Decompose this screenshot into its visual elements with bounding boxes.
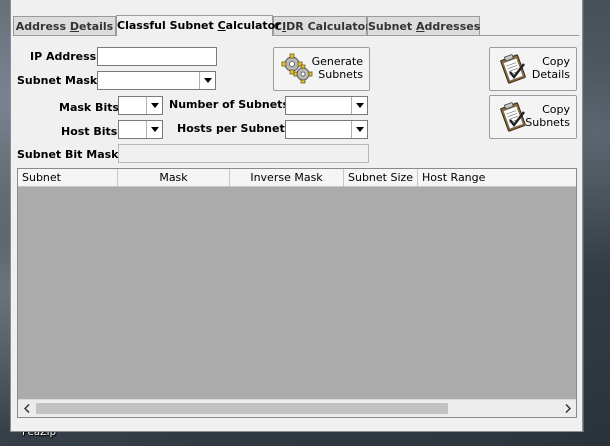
subnet-mask-label: Subnet Mask	[17, 74, 98, 87]
host-bits-label: Host Bits	[61, 125, 118, 138]
chevron-down-icon[interactable]	[351, 121, 367, 138]
number-of-subnets-dropdown[interactable]	[285, 96, 368, 115]
window-top-edge	[11, 0, 582, 10]
subnet-calculator-window: Address Details Classful Subnet Calculat…	[10, 0, 583, 432]
column-header-subnet-size[interactable]: Subnet Size	[344, 169, 418, 186]
chevron-down-icon[interactable]	[199, 72, 215, 89]
gears-icon	[280, 52, 314, 89]
copy-details-button[interactable]: Copy Details	[489, 47, 577, 91]
subnets-list[interactable]: Subnet Mask Inverse Mask Subnet Size Hos…	[17, 168, 577, 418]
mask-bits-label: Mask Bits	[59, 101, 120, 114]
column-header-host-range[interactable]: Host Range	[418, 169, 576, 186]
number-of-subnets-label: Number of Subnets	[169, 98, 289, 111]
subnet-mask-dropdown[interactable]	[97, 71, 216, 90]
chevron-down-icon[interactable]	[146, 121, 162, 138]
arrow-right-icon[interactable]	[559, 400, 576, 417]
generate-subnets-button[interactable]: Generate Subnets	[273, 47, 370, 91]
host-bits-dropdown[interactable]	[118, 120, 163, 139]
list-header: Subnet Mask Inverse Mask Subnet Size Hos…	[18, 169, 576, 187]
horizontal-scrollbar[interactable]	[18, 399, 576, 417]
tab-cidr-calculator[interactable]: CIDR Calculator	[273, 16, 371, 35]
hosts-per-subnet-dropdown[interactable]	[285, 120, 368, 139]
generate-subnets-label: Generate Subnets	[311, 55, 363, 81]
tab-classful-subnet-calculator[interactable]: Classful Subnet Calculator	[116, 15, 281, 36]
arrow-left-icon[interactable]	[18, 400, 35, 417]
subnet-bit-mask-label: Subnet Bit Mask	[17, 148, 119, 161]
ip-address-input[interactable]	[97, 47, 217, 66]
hosts-per-subnet-label: Hosts per Subnet	[177, 122, 285, 135]
mask-bits-dropdown[interactable]	[118, 96, 163, 115]
tab-subnet-addresses[interactable]: Subnet Addresses	[367, 16, 480, 35]
subnet-bit-mask-field	[118, 144, 369, 163]
copy-subnets-label: Copy Subnets	[525, 103, 570, 129]
scrollbar-thumb[interactable]	[36, 403, 448, 414]
copy-details-label: Copy Details	[531, 55, 570, 81]
window-shadow-edge	[583, 0, 584, 432]
column-header-inverse-mask[interactable]: Inverse Mask	[230, 169, 344, 186]
ip-address-label: IP Address	[30, 50, 97, 63]
column-header-mask[interactable]: Mask	[118, 169, 230, 186]
tab-address-details[interactable]: Address Details	[13, 16, 116, 35]
column-header-subnet[interactable]: Subnet	[18, 169, 118, 186]
tab-baseline	[13, 35, 579, 36]
clipboard-check-icon	[496, 52, 530, 89]
chevron-down-icon[interactable]	[351, 97, 367, 114]
chevron-down-icon[interactable]	[146, 97, 162, 114]
copy-subnets-button[interactable]: Copy Subnets	[489, 95, 577, 139]
